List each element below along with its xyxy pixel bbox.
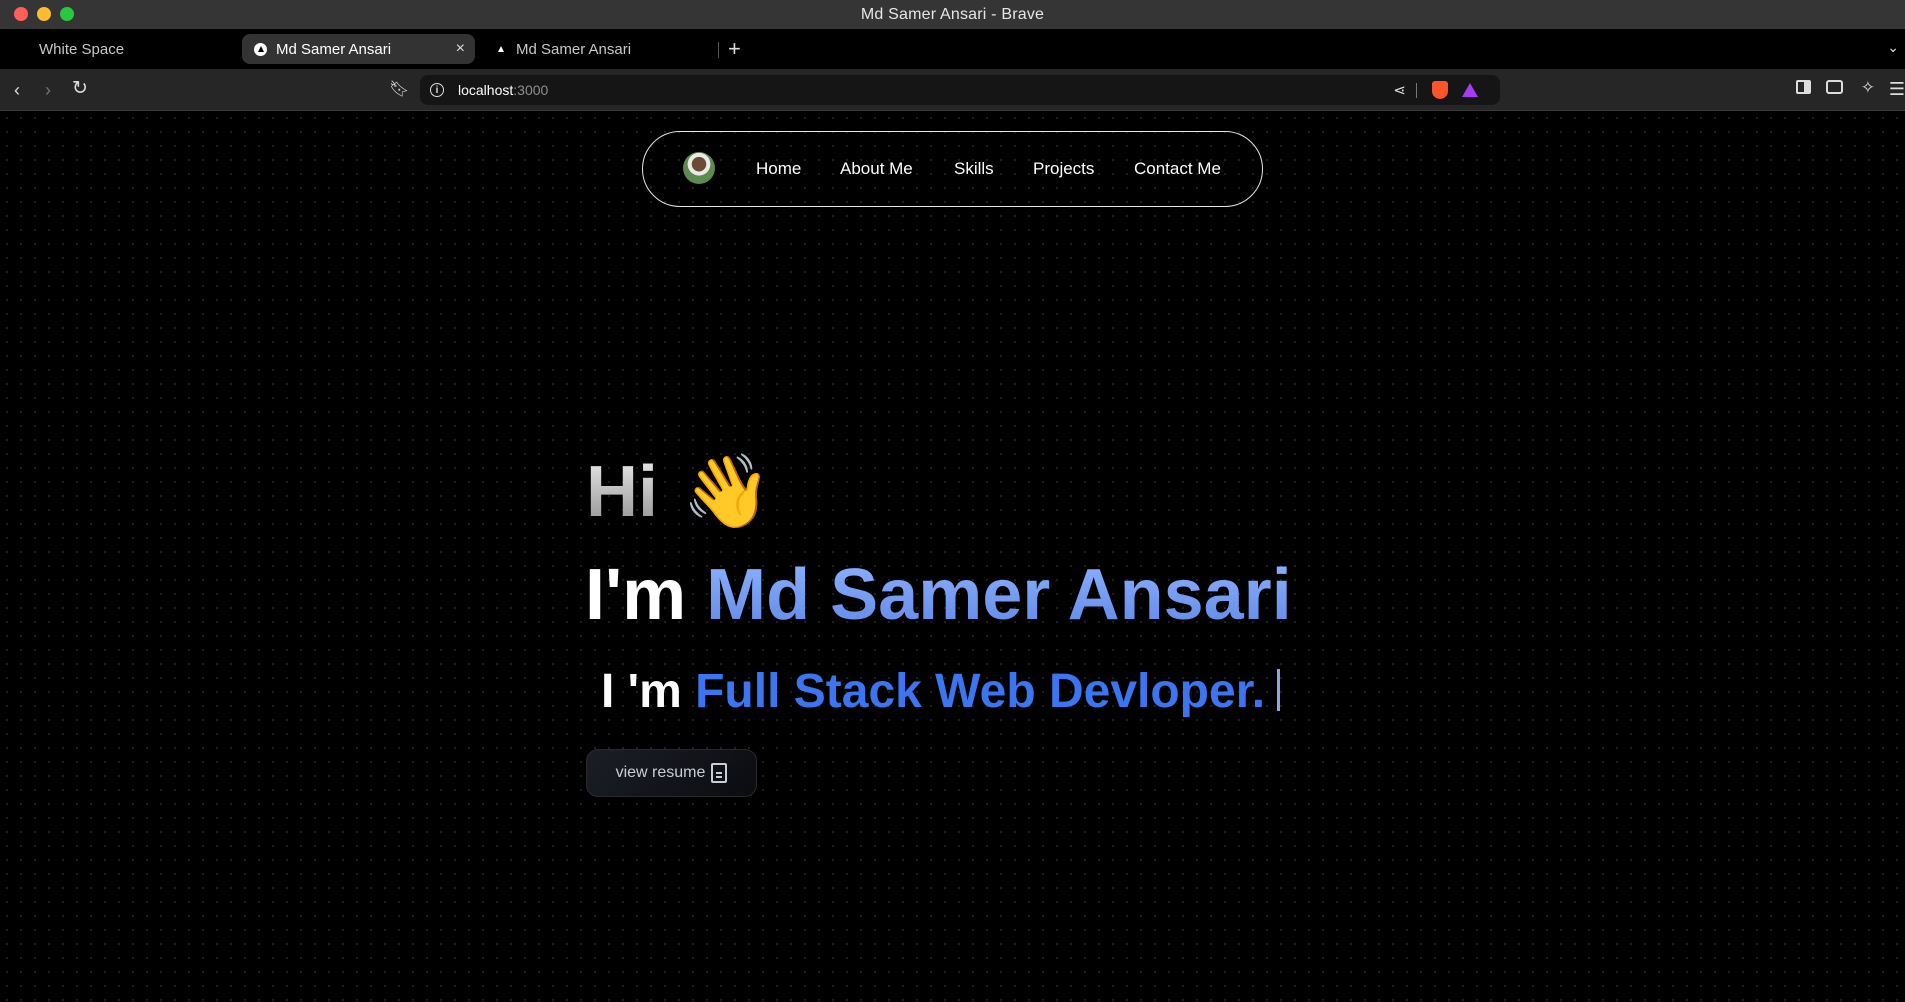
- nav-link-skills[interactable]: Skills: [954, 159, 994, 179]
- window-titlebar: Md Samer Ansari - Brave: [0, 0, 1905, 29]
- hero-role-typewriter: I 'm Full Stack Web Devloper.: [601, 664, 1281, 719]
- close-tab-icon[interactable]: ×: [456, 40, 465, 58]
- tab-label: Md Samer Ansari: [276, 40, 392, 58]
- tab-strip: White Space Md Samer Ansari × Md Samer A…: [0, 29, 1905, 69]
- reload-icon[interactable]: ↻: [72, 79, 88, 99]
- hero-greeting: Hi 👋: [586, 447, 772, 537]
- close-window-button[interactable]: [14, 7, 28, 21]
- nav-link-about-me[interactable]: About Me: [840, 159, 913, 179]
- site-navbar: Home About Me Skills Projects Contact Me: [642, 131, 1263, 207]
- tab-white-space[interactable]: White Space: [27, 34, 227, 64]
- tab-list-chevron-icon[interactable]: ⌄: [1887, 39, 1899, 56]
- role-prefix: I 'm: [601, 665, 682, 718]
- address-bar[interactable]: i localhost:3000 ⋖: [420, 75, 1500, 105]
- leo-ai-sparkle-icon[interactable]: ✧: [1861, 78, 1875, 98]
- window-title: Md Samer Ansari - Brave: [860, 5, 1045, 23]
- minimize-window-button[interactable]: [37, 7, 51, 21]
- intro-prefix: I'm: [585, 555, 687, 635]
- wallet-icon[interactable]: [1826, 80, 1843, 94]
- hero-name: Md Samer Ansari: [706, 555, 1292, 635]
- zoom-window-button[interactable]: [60, 7, 74, 21]
- document-icon: [711, 763, 728, 783]
- avatar[interactable]: [683, 152, 715, 184]
- nav-link-contact-me[interactable]: Contact Me: [1134, 159, 1221, 179]
- forward-arrow-icon[interactable]: ›: [45, 80, 51, 100]
- share-icon[interactable]: ⋖: [1393, 81, 1406, 99]
- view-resume-button[interactable]: view resume: [586, 749, 757, 797]
- url-divider: [1416, 83, 1417, 98]
- hero-intro-heading: I'm Md Samer Ansari: [585, 554, 1292, 636]
- tab-md-samer-ansari[interactable]: Md Samer Ansari: [482, 34, 712, 64]
- back-arrow-icon[interactable]: ‹: [14, 80, 20, 100]
- hamburger-menu-icon[interactable]: ☰: [1889, 79, 1905, 100]
- tab-label: White Space: [39, 40, 125, 58]
- tab-label: Md Samer Ansari: [516, 40, 632, 58]
- nextjs-favicon-icon: [254, 42, 267, 56]
- site-info-icon[interactable]: i: [430, 83, 444, 97]
- greeting-text: Hi: [586, 452, 658, 532]
- resume-button-label: view resume: [615, 764, 706, 781]
- waving-hand-icon: 👋: [682, 452, 772, 532]
- brave-shields-icon[interactable]: [1432, 81, 1448, 99]
- brave-rewards-icon[interactable]: [1462, 83, 1478, 97]
- nav-link-projects[interactable]: Projects: [1033, 159, 1094, 179]
- url-text[interactable]: localhost:3000: [458, 82, 548, 98]
- role-text: Full Stack Web Devloper.: [695, 665, 1266, 718]
- new-tab-plus-icon[interactable]: +: [728, 37, 741, 61]
- typing-cursor: [1277, 669, 1281, 711]
- browser-toolbar: ‹ › ↻ 🔖︎ i localhost:3000 ⋖ ✧ ☰: [0, 69, 1905, 111]
- triangle-favicon-icon: [494, 43, 507, 56]
- sidebar-toggle-icon[interactable]: [1796, 80, 1811, 94]
- bookmark-icon[interactable]: 🔖︎: [389, 80, 409, 100]
- nav-link-home[interactable]: Home: [756, 159, 801, 179]
- tab-md-samer-ansari-active[interactable]: Md Samer Ansari ×: [242, 34, 475, 64]
- page-viewport: Home About Me Skills Projects Contact Me…: [0, 111, 1905, 1002]
- tab-divider: [718, 42, 719, 58]
- window-controls: [14, 7, 74, 21]
